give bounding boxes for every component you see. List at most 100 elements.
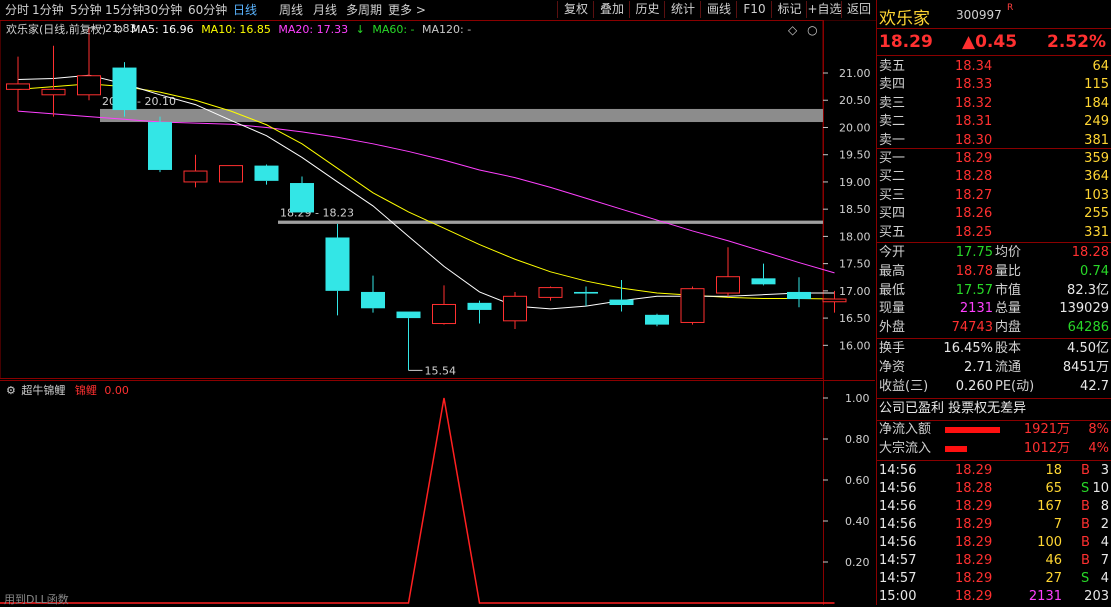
candle[interactable]	[645, 313, 669, 327]
candle[interactable]	[787, 277, 811, 308]
candle[interactable]	[148, 116, 172, 173]
ask-price: 18.32	[955, 95, 993, 111]
stat-label: 外盘	[879, 320, 906, 336]
tick-price: 18.29	[955, 517, 993, 532]
period-tab-6[interactable]: 日线	[233, 2, 257, 18]
period-tab-5[interactable]: 60分钟	[188, 2, 227, 18]
price-level-band[interactable]	[100, 108, 823, 123]
bid-label: 买二	[879, 169, 906, 185]
indicator-name[interactable]: 超牛锦鲤	[21, 384, 65, 397]
candle[interactable]	[467, 300, 492, 324]
candle[interactable]	[396, 311, 421, 371]
candle[interactable]	[680, 286, 705, 325]
y-tick-label: 18.00	[839, 230, 871, 243]
period-tab-10[interactable]: 更多 >	[388, 2, 426, 18]
ask-label: 卖四	[879, 77, 906, 93]
ask-label: 卖二	[879, 114, 906, 130]
toolbar-action-0[interactable]: 复权	[557, 1, 594, 18]
period-tab-9[interactable]: 多周期	[346, 2, 382, 18]
company-note: 公司已盈利 投票权无差异	[879, 401, 1027, 416]
toolbar-action-4[interactable]: 画线	[700, 1, 737, 18]
circle-icon[interactable]: ○	[807, 23, 817, 37]
toolbar-action-6[interactable]: 标记	[771, 1, 807, 18]
flow-bar	[945, 427, 1000, 433]
diamond-icon[interactable]: ◇	[788, 23, 797, 37]
stock-flag: R	[1007, 3, 1014, 13]
fund-value: 8451万	[1062, 359, 1109, 375]
candle[interactable]	[751, 263, 776, 286]
fund-label: 换手	[879, 341, 906, 356]
toolbar-action-3[interactable]: 统计	[664, 1, 701, 18]
bid-volume: 255	[1084, 206, 1109, 222]
candle[interactable]	[290, 176, 314, 213]
candle[interactable]	[325, 223, 350, 316]
period-tab-2[interactable]: 5分钟	[70, 2, 102, 18]
candle[interactable]	[716, 247, 740, 297]
candle-body	[41, 88, 66, 96]
low-label: 15.54	[425, 364, 457, 377]
ma20-label: MA20: 17.33	[278, 23, 349, 36]
settings-icon[interactable]: ⚙	[114, 23, 124, 36]
candle-body	[503, 295, 527, 322]
tick-price: 18.29	[955, 571, 993, 586]
y-tick-label: 19.00	[839, 176, 871, 189]
candle[interactable]	[219, 165, 243, 183]
candle[interactable]	[361, 275, 385, 313]
candle[interactable]	[77, 27, 101, 101]
candle[interactable]	[609, 279, 634, 312]
flow-row: 净流入额 1921万 8%	[877, 420, 1111, 439]
candle[interactable]	[538, 286, 563, 301]
y-tick-label: 16.00	[839, 339, 871, 352]
stat-label: 今开	[879, 245, 906, 260]
flow-row: 大宗流入 1012万 4%	[877, 439, 1111, 458]
chart-svg[interactable]: 21.00 20.50 20.00 19.50 19.00 18.50 18.00 17.50…	[0, 20, 875, 605]
candle[interactable]	[6, 56, 30, 112]
toolbar-action-2[interactable]: 历史	[629, 1, 665, 18]
candle-body	[112, 67, 137, 111]
ask-price: 18.30	[955, 132, 993, 148]
tick-side: B	[1081, 517, 1090, 532]
stat-row: 今开 17.75 均价 18.28	[877, 243, 1111, 262]
candle[interactable]	[503, 291, 527, 329]
stat-value: 18.28	[1071, 245, 1109, 260]
candle[interactable]	[432, 285, 456, 325]
candle[interactable]	[112, 62, 137, 117]
ask-row: 卖三 18.32 184	[877, 94, 1111, 113]
ask-volume: 381	[1084, 132, 1109, 148]
candle[interactable]	[574, 286, 598, 307]
toolbar-action-8[interactable]: 返回	[841, 1, 876, 18]
stat-value: 64286	[1067, 320, 1109, 336]
candle-body	[822, 298, 847, 303]
indicator-y-tick-label: 0.20	[845, 556, 870, 569]
tick-price: 18.29	[955, 499, 993, 514]
toolbar-action-5[interactable]: F10	[736, 1, 772, 18]
chart-area[interactable]: 21.00 20.50 20.00 19.50 19.00 18.50 18.00 17.50…	[0, 20, 875, 605]
candle[interactable]	[254, 164, 279, 185]
last-price: 18.29	[879, 32, 933, 52]
toolbar-action-1[interactable]: 叠加	[593, 1, 630, 18]
settings-icon[interactable]: ⚙	[6, 384, 16, 397]
tick-count: 3	[1100, 463, 1109, 478]
tick-volume: 7	[1053, 517, 1062, 532]
period-tab-0[interactable]: 分时	[5, 2, 29, 18]
bid-row: 买三 18.27 103	[877, 186, 1111, 205]
tick-side: B	[1081, 463, 1090, 478]
bid-label: 买三	[879, 187, 906, 203]
price-level-band[interactable]	[278, 220, 823, 224]
period-tab-4[interactable]: 30分钟	[143, 2, 182, 18]
flow-amount: 1012万	[1023, 441, 1070, 456]
ask-row: 卖四 18.33 115	[877, 75, 1111, 94]
candle[interactable]	[183, 154, 208, 188]
y-tick-label: 16.50	[839, 312, 871, 325]
ask-row: 卖一 18.30 381	[877, 131, 1111, 150]
period-tab-1[interactable]: 1分钟	[32, 2, 64, 18]
indicator-value: 0.00	[104, 384, 129, 397]
period-tab-3[interactable]: 15分钟	[105, 2, 144, 18]
candle[interactable]	[41, 45, 66, 117]
tick-price: 18.29	[955, 463, 993, 478]
period-tab-8[interactable]: 月线	[313, 2, 337, 18]
toolbar-action-7[interactable]: +自选	[806, 1, 842, 18]
candle-body	[467, 302, 492, 310]
period-tab-7[interactable]: 周线	[279, 2, 303, 18]
tick-price: 18.29	[955, 589, 993, 604]
